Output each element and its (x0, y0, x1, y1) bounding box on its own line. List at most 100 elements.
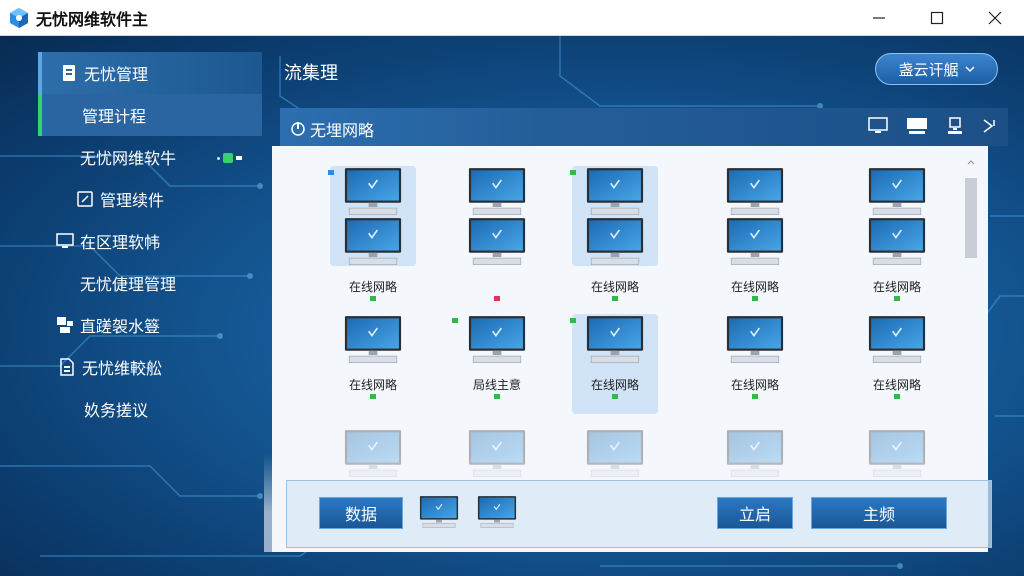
computer-item[interactable]: 在线网略 (854, 314, 940, 414)
computer-label: 在线网略 (590, 280, 639, 294)
start-button[interactable]: 立启 (717, 497, 793, 529)
computer-icon (340, 216, 406, 270)
computer-label: 在线网略 (872, 280, 921, 294)
sidebar-item-software[interactable]: 无忧网维软牛 (38, 136, 262, 178)
computer-item[interactable]: 在线网略 (712, 166, 798, 301)
computer-label: 在线网略 (730, 378, 779, 392)
computer-item[interactable]: 在线网略 (570, 314, 658, 414)
document-icon (60, 64, 78, 82)
monitor-view-icon[interactable] (868, 117, 888, 135)
computer-label: 在线网略 (348, 280, 397, 294)
computer-item[interactable]: 在线网略 (328, 166, 416, 301)
page-title: 流集理 (284, 63, 338, 84)
sidebar-item-label: 无忧管理 (84, 65, 149, 84)
sidebar-item-region[interactable]: 在区理软帏 (38, 220, 262, 262)
maximize-icon (930, 11, 944, 25)
start-button-label: 立启 (738, 505, 771, 524)
network-icon (56, 316, 74, 334)
computer-item[interactable]: 在线网略 (712, 314, 798, 414)
computer-item[interactable]: 在线网略 (570, 166, 658, 301)
chevron-down-icon (964, 66, 975, 73)
computer-icon (582, 216, 648, 270)
app-logo-icon (10, 7, 28, 28)
panel-header: 无埋网略 (280, 108, 1008, 146)
scrollbar-thumb[interactable] (965, 178, 977, 258)
selection-marker (328, 170, 334, 175)
computer-icon (464, 166, 530, 220)
status-toggle[interactable] (217, 153, 242, 163)
scroll-up-icon[interactable] (962, 156, 980, 168)
file-icon (58, 358, 76, 376)
sidebar-item-maintenance[interactable]: 无忧维較舩 (38, 346, 262, 388)
selection-marker (570, 170, 576, 175)
maximize-button[interactable] (908, 0, 966, 36)
cloud-dropdown-button[interactable]: 盏云讦艍 (875, 53, 998, 85)
sidebar-item-label: 无忧维較舩 (82, 359, 163, 378)
data-button-label: 数据 (344, 505, 377, 524)
sidebar-item-label: 奺务搓议 (84, 401, 149, 420)
edit-icon (76, 190, 94, 208)
desktop-view-icon[interactable] (906, 117, 928, 135)
action-bar: 数据 立启 主频 (286, 480, 992, 548)
window-title: 无忧网维软件主 (36, 9, 149, 29)
minimize-button[interactable] (850, 0, 908, 36)
computer-icon (864, 314, 930, 368)
computer-icon (582, 314, 648, 368)
page-header: 流集理 盏云讦艍 (262, 52, 1010, 92)
expand-icon[interactable] (982, 117, 996, 135)
computer-icon (722, 216, 788, 270)
computer-icon (417, 493, 461, 533)
sidebar-item-label: 管理续件 (100, 191, 165, 210)
main-button[interactable]: 主频 (811, 497, 947, 529)
title-bar: 无忧网维软件主 (0, 0, 1024, 36)
computer-icon (722, 314, 788, 368)
refresh-icon[interactable] (290, 121, 306, 137)
computer-icon (864, 166, 930, 220)
computer-label: 在线网略 (590, 378, 639, 392)
indicator-dot (217, 156, 220, 160)
status-dot (612, 394, 618, 399)
computer-label: 局线主意 (472, 378, 521, 392)
cloud-button-label: 盏云讦艍 (898, 60, 959, 79)
panel-title: 无埋网略 (310, 121, 375, 140)
status-dot (370, 394, 376, 399)
status-dot (612, 296, 618, 301)
computer-icon (864, 216, 930, 270)
computer-icon (340, 166, 406, 220)
data-button[interactable]: 数据 (319, 497, 403, 529)
sidebar-item-admin[interactable]: 无忧倢理管理 (38, 262, 262, 304)
computer-item[interactable]: 在线网略 (330, 314, 416, 414)
close-button[interactable] (966, 0, 1024, 36)
status-dot (370, 296, 376, 301)
laptop-view-icon[interactable] (946, 117, 964, 135)
computer-label: 在线网略 (348, 378, 397, 392)
computer-label: 在线网略 (872, 378, 921, 392)
status-dot (894, 296, 900, 301)
sidebar-item-label: 在区理软帏 (80, 233, 161, 252)
sidebar-item-label: 无忧网维软牛 (80, 149, 177, 168)
computer-item[interactable]: 局线主意 (452, 314, 540, 414)
close-icon (988, 11, 1002, 25)
sidebar-item-label: 直蹉袈水簦 (80, 317, 161, 336)
status-dot (494, 394, 500, 399)
monitor-icon (56, 232, 74, 250)
sidebar-item-schedule[interactable]: 管理计程 (38, 94, 262, 136)
minimize-icon (873, 17, 885, 19)
status-dot (894, 394, 900, 399)
sidebar-item-network[interactable]: 直蹉袈水簦 (38, 304, 262, 346)
selection-marker (570, 318, 576, 323)
computer-label: 在线网略 (730, 280, 779, 294)
sidebar: 无忧管理 管理计程 无忧网维软牛 管理续件 在区理软帏 无忧倢理管理 直蹉袈水簦 (38, 52, 262, 448)
computer-item[interactable]: 在线网略 (854, 166, 940, 301)
status-on-indicator (223, 153, 233, 163)
sidebar-item-service[interactable]: 奺务搓议 (38, 388, 262, 430)
status-dot (494, 296, 500, 301)
sidebar-item-label: 无忧倢理管理 (80, 275, 177, 294)
computer-icon (464, 314, 530, 368)
sidebar-item-manage[interactable]: 无忧管理 (38, 52, 262, 94)
sidebar-item-renew[interactable]: 管理续件 (38, 178, 262, 220)
computer-icon (340, 314, 406, 368)
computer-item[interactable] (454, 166, 540, 301)
computer-icon (475, 493, 519, 533)
selection-marker (452, 318, 458, 323)
